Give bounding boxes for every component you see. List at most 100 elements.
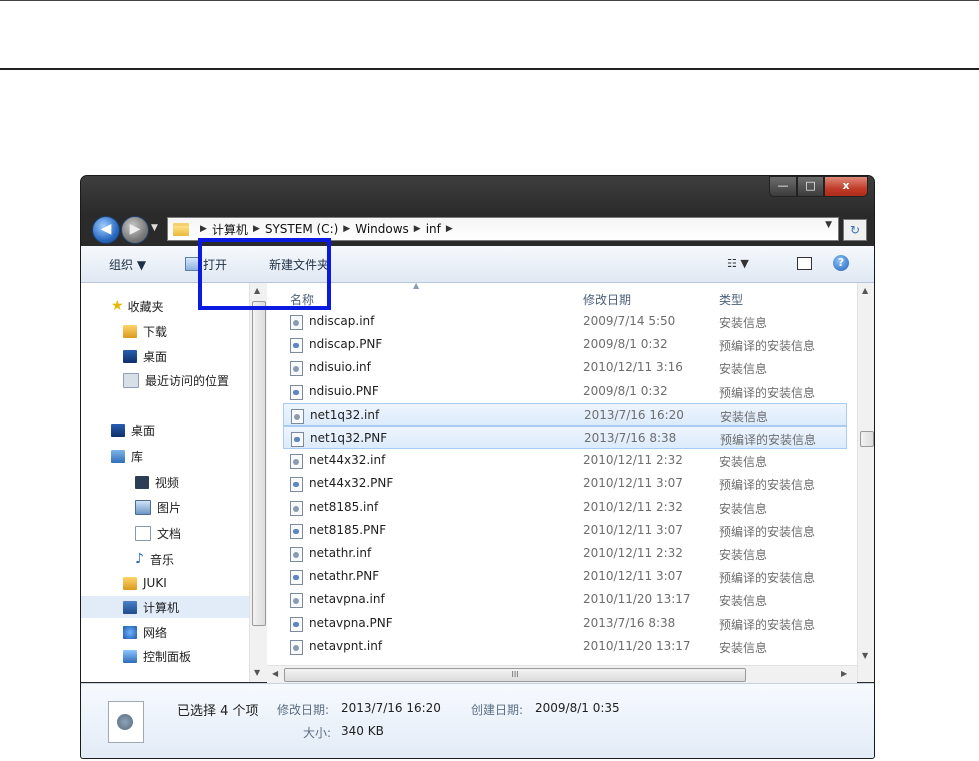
file-name: netavpna.inf <box>309 592 385 607</box>
desktop-icon <box>111 423 125 437</box>
file-row[interactable]: netathr.inf 2010/12/11 2:32 安装信息 <box>283 542 847 565</box>
breadcrumb-system-drive[interactable]: SYSTEM (C:) <box>265 222 338 236</box>
file-date: 2013/7/16 16:20 <box>584 407 684 422</box>
libraries-icon <box>111 449 125 463</box>
file-date: 2010/11/20 13:17 <box>583 592 691 607</box>
minimize-button[interactable]: — <box>769 176 797 197</box>
file-name: net44x32.PNF <box>309 476 394 491</box>
file-row[interactable]: net8185.inf 2010/12/11 2:32 安装信息 <box>283 496 847 519</box>
nav-videos[interactable]: 视频 <box>135 471 179 493</box>
nav-label: 文档 <box>157 526 182 541</box>
view-options-icon[interactable]: ☷ ▼ <box>727 257 749 270</box>
file-row[interactable]: netavpna.inf 2010/11/20 13:17 安装信息 <box>283 588 847 611</box>
refresh-icon[interactable]: ↻ <box>843 219 867 241</box>
precompiled-setup-file-icon <box>290 616 303 632</box>
file-type: 预编译的安装信息 <box>719 339 816 354</box>
list-vertical-scrollbar[interactable]: ▲ ▼ <box>857 283 874 682</box>
chevron-right-icon[interactable]: ▶ <box>343 224 350 234</box>
chevron-right-icon[interactable]: ▶ <box>414 224 421 234</box>
file-name: ndisuio.PNF <box>309 383 379 398</box>
file-row[interactable]: ndisuio.inf 2010/12/11 3:16 安装信息 <box>283 356 847 379</box>
scroll-left-icon[interactable]: ◀ <box>272 669 278 678</box>
file-row[interactable]: net44x32.inf 2010/12/11 2:32 安装信息 <box>283 449 847 472</box>
window-controls: — □ x <box>769 176 868 197</box>
nav-libraries[interactable]: 库 <box>111 445 143 467</box>
file-name: netathr.inf <box>309 546 372 560</box>
nav-label: 音乐 <box>149 552 174 567</box>
file-date: 2010/12/11 3:07 <box>583 522 683 537</box>
nav-desktop[interactable]: 桌面 <box>111 419 155 441</box>
nav-scroll-thumb[interactable] <box>252 301 266 626</box>
file-name: net1q32.PNF <box>310 431 388 445</box>
help-icon[interactable]: ? <box>833 255 849 271</box>
chevron-right-icon[interactable]: ▶ <box>200 224 207 234</box>
nav-recent-places[interactable]: 最近访问的位置 <box>123 369 229 391</box>
breadcrumb-windows[interactable]: Windows <box>355 222 409 236</box>
file-type: 预编译的安装信息 <box>719 524 816 539</box>
annotation-highlight-box <box>198 238 331 310</box>
back-button[interactable]: ◀ <box>92 216 120 244</box>
setup-info-file-icon <box>290 500 303 516</box>
chevron-right-icon[interactable]: ▶ <box>253 224 260 234</box>
list-horizontal-scrollbar[interactable]: ◀ III ▶ <box>267 665 857 683</box>
breadcrumb-computer[interactable]: 计算机 <box>212 221 248 238</box>
nav-computer[interactable]: 计算机 <box>81 596 249 618</box>
file-row[interactable]: netathr.PNF 2010/12/11 3:07 预编译的安装信息 <box>283 565 847 588</box>
file-date: 2010/12/11 2:32 <box>583 499 683 514</box>
file-date: 2010/12/11 3:07 <box>583 569 683 584</box>
file-type: 安装信息 <box>719 594 768 609</box>
file-row[interactable]: netavpna.PNF 2013/7/16 8:38 预编译的安装信息 <box>283 612 847 635</box>
scroll-down-icon[interactable]: ▼ <box>254 668 260 677</box>
column-header-date[interactable]: 修改日期 <box>583 291 631 308</box>
column-header-type[interactable]: 类型 <box>719 291 743 308</box>
file-name: ndisuio.inf <box>309 360 371 375</box>
file-type: 安装信息 <box>719 548 768 562</box>
file-row[interactable]: net8185.PNF 2010/12/11 3:07 预编译的安装信息 <box>283 519 847 542</box>
scroll-down-icon[interactable]: ▼ <box>862 651 868 660</box>
nav-scrollbar[interactable]: ▲ ▼ <box>249 283 267 682</box>
address-dropdown-icon[interactable]: ▼ <box>825 220 832 230</box>
precompiled-setup-file-icon <box>290 477 303 493</box>
nav-desktop-fav[interactable]: 桌面 <box>123 345 167 367</box>
file-row[interactable]: net1q32.PNF 2013/7/16 8:38 预编译的安装信息 <box>283 426 847 449</box>
recent-pages-dropdown-icon[interactable]: ▼ <box>151 223 161 235</box>
file-row[interactable]: net1q32.inf 2013/7/16 16:20 安装信息 <box>283 402 847 426</box>
file-row[interactable]: ndisuio.PNF 2009/8/1 0:32 预编译的安装信息 <box>283 380 847 403</box>
maximize-button[interactable]: □ <box>797 176 824 197</box>
file-date: 2009/7/14 5:50 <box>583 314 676 328</box>
nav-control-panel[interactable]: 控制面板 <box>123 645 191 667</box>
nav-favorites[interactable]: ★ 收藏夹 <box>111 295 164 317</box>
pictures-icon <box>135 499 151 515</box>
file-name: netavpna.PNF <box>309 615 393 630</box>
list-scroll-thumb[interactable] <box>860 431 874 447</box>
nav-label: JUKI <box>143 576 167 590</box>
nav-documents[interactable]: 文档 <box>135 522 181 544</box>
file-type: 安装信息 <box>719 316 768 330</box>
file-row[interactable]: netavpnt.inf 2010/11/20 13:17 安装信息 <box>283 635 847 658</box>
preview-pane-icon[interactable] <box>797 257 812 270</box>
nav-downloads[interactable]: 下载 <box>123 320 167 342</box>
scroll-up-icon[interactable]: ▲ <box>862 286 868 295</box>
close-button[interactable]: x <box>824 176 868 197</box>
setup-info-file-icon <box>290 454 303 470</box>
desktop-icon <box>123 349 137 363</box>
file-row[interactable]: ndiscap.inf 2009/7/14 5:50 安装信息 <box>283 310 847 333</box>
organize-button[interactable]: 组织 ▼ <box>109 256 146 273</box>
chevron-right-icon[interactable]: ▶ <box>446 224 453 234</box>
nav-juki[interactable]: JUKI <box>123 572 167 594</box>
setup-info-file-icon <box>290 361 303 377</box>
horizontal-scroll-thumb[interactable]: III <box>284 668 746 682</box>
nav-pictures[interactable]: 图片 <box>135 496 181 518</box>
breadcrumb-inf[interactable]: inf <box>426 222 441 236</box>
setup-info-file-icon <box>290 315 303 330</box>
file-row[interactable]: ndiscap.PNF 2009/8/1 0:32 预编译的安装信息 <box>283 333 847 356</box>
music-icon: ♪ <box>135 551 144 567</box>
forward-button[interactable]: ▶ <box>121 216 149 244</box>
file-row[interactable]: net44x32.PNF 2010/12/11 3:07 预编译的安装信息 <box>283 472 847 495</box>
selected-count: 已选择 4 个项 <box>177 704 259 719</box>
nav-network[interactable]: 网络 <box>123 621 167 643</box>
created-value: 2009/8/1 0:35 <box>535 701 620 715</box>
file-date: 2010/12/11 3:07 <box>583 476 683 491</box>
nav-music[interactable]: ♪ 音乐 <box>135 548 174 570</box>
scroll-right-icon[interactable]: ▶ <box>841 669 847 678</box>
